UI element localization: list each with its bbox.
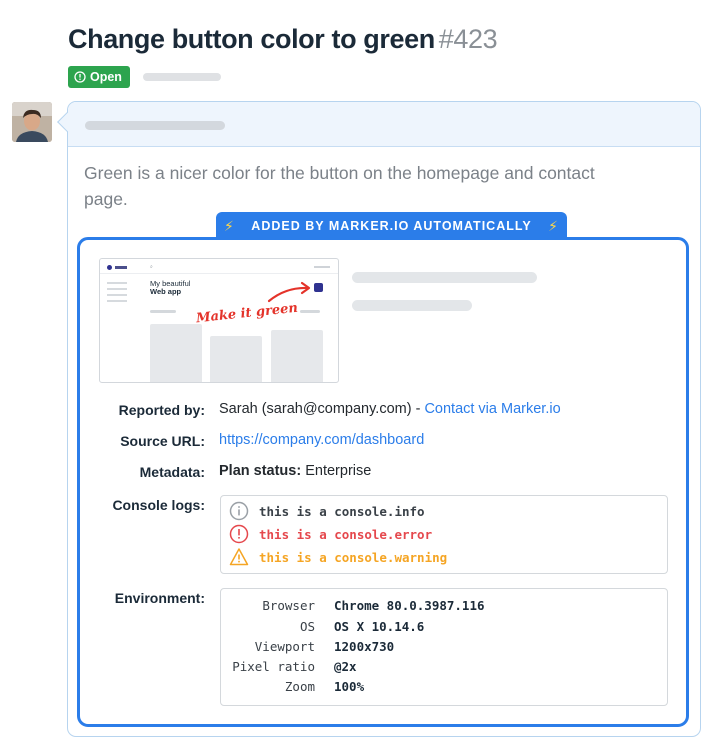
- warning-icon: [229, 548, 249, 566]
- status-label: Open: [90, 70, 122, 84]
- env-key-os: OS: [299, 619, 315, 634]
- env-key-pixel-ratio: Pixel ratio: [232, 659, 315, 674]
- avatar-photo: [12, 102, 52, 142]
- thumb-hero-text: My beautiful Web app: [150, 280, 190, 296]
- error-icon: [229, 524, 249, 544]
- title-meta-placeholder: [143, 73, 221, 81]
- screenshot-annotation: Make it green: [195, 300, 299, 327]
- thumb-nav-item: [107, 294, 127, 296]
- console-log-text: this is a console.error: [259, 526, 433, 542]
- thumb-nav-item: [107, 282, 127, 284]
- issue-title: Change button color to green #423: [68, 24, 498, 55]
- console-logs-label: Console logs:: [112, 497, 205, 513]
- env-val-browser: Chrome 80.0.3987.116: [334, 598, 485, 613]
- console-logs-box: this is a console.info this is a console…: [220, 495, 668, 574]
- console-log-error: this is a console.error: [229, 524, 432, 544]
- reported-by-value: Sarah (sarah@company.com) - Contact via …: [219, 401, 561, 417]
- issue-number: #423: [438, 24, 498, 54]
- thumb-card: [271, 330, 323, 382]
- console-log-text: this is a console.info: [259, 503, 425, 519]
- comment-body: Green is a nicer color for the button on…: [84, 163, 595, 209]
- status-badge: Open: [68, 66, 130, 88]
- comment-author-placeholder: [85, 121, 225, 130]
- thumb-divider: [100, 273, 338, 274]
- bolt-icon: ⚡: [548, 218, 559, 234]
- info-icon: [229, 501, 249, 521]
- console-log-info: this is a console.info: [229, 501, 425, 521]
- thumb-nav-item: [107, 300, 127, 302]
- metadata-label: Metadata:: [139, 464, 205, 480]
- console-log-text: this is a console.warning: [259, 549, 448, 565]
- thumb-placeholder: [300, 310, 320, 313]
- env-val-viewport: 1200x730: [334, 639, 395, 654]
- details-placeholder: [352, 300, 472, 311]
- source-url-link[interactable]: https://company.com/dashboard: [219, 432, 424, 448]
- details-placeholder: [352, 272, 537, 283]
- avatar[interactable]: [12, 102, 52, 142]
- env-key-viewport: Viewport: [254, 639, 315, 654]
- env-val-pixel-ratio: @2x: [334, 659, 357, 674]
- comment-header: [68, 102, 700, 147]
- bolt-icon: ⚡: [224, 218, 235, 234]
- env-val-zoom: 100%: [334, 679, 365, 694]
- thumb-nav-item: [107, 288, 127, 290]
- thumb-logo-text: [115, 266, 127, 269]
- source-url-label: Source URL:: [120, 433, 205, 449]
- thumb-card: [150, 324, 202, 382]
- metadata-val: Enterprise: [305, 463, 372, 479]
- console-log-warning: this is a console.warning: [229, 547, 447, 567]
- marker-tab: ⚡ ADDED BY MARKER.IO AUTOMATICALLY ⚡: [216, 212, 567, 240]
- env-val-os: OS X 10.14.6: [334, 619, 425, 634]
- marker-tab-label: ADDED BY MARKER.IO AUTOMATICALLY: [251, 219, 532, 233]
- issue-title-text: Change button color to green: [68, 24, 435, 54]
- reported-by-label: Reported by:: [118, 402, 205, 418]
- env-key-zoom: Zoom: [284, 679, 315, 694]
- thumb-card: [210, 336, 262, 382]
- issue-opened-icon: [74, 71, 86, 83]
- metadata-key: Plan status:: [219, 463, 302, 479]
- env-key-browser: Browser: [262, 598, 315, 613]
- thumb-search-icon: ⌕: [150, 264, 153, 270]
- thumb-topbar-placeholder: [314, 266, 330, 268]
- reporter-text: Sarah (sarah@company.com) -: [219, 401, 425, 417]
- metadata-value: Plan status: Enterprise: [219, 463, 371, 479]
- screenshot-thumbnail[interactable]: ⌕ My beautiful Web app Make it green: [99, 258, 339, 383]
- environment-label: Environment:: [114, 590, 205, 606]
- thumb-logo-icon: [107, 265, 112, 270]
- environment-box: Browser Chrome 80.0.3987.116 OS OS X 10.…: [220, 588, 668, 706]
- contact-link[interactable]: Contact via Marker.io: [424, 401, 560, 417]
- thumb-hero-line-bold: Web app: [150, 287, 182, 296]
- thumb-placeholder: [150, 310, 176, 313]
